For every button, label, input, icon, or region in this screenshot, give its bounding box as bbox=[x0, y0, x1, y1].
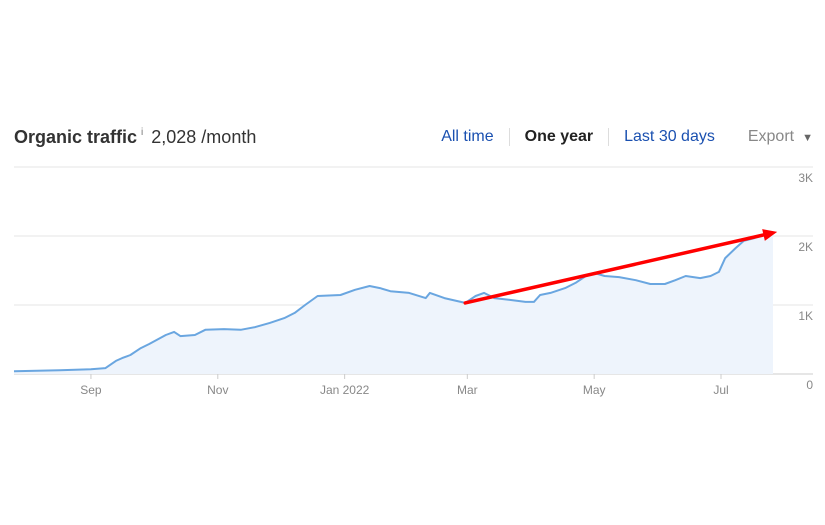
y-tick-label: 2K bbox=[798, 240, 813, 254]
x-tick-label: Mar bbox=[457, 383, 478, 397]
x-tick-label: Sep bbox=[80, 383, 102, 397]
y-tick-label: 1K bbox=[798, 309, 813, 323]
x-tick-label: Jul bbox=[713, 383, 728, 397]
y-tick-label: 3K bbox=[798, 171, 813, 185]
x-tick-label: Nov bbox=[207, 383, 228, 397]
series-area bbox=[14, 231, 773, 374]
traffic-chart: 0 1K 2K 3K Sep Nov Jan 2022 Mar May Jul bbox=[13, 166, 813, 397]
x-tick-label: Jan 2022 bbox=[320, 383, 370, 397]
y-tick-label: 0 bbox=[806, 378, 813, 392]
x-tick-label: May bbox=[583, 383, 606, 397]
